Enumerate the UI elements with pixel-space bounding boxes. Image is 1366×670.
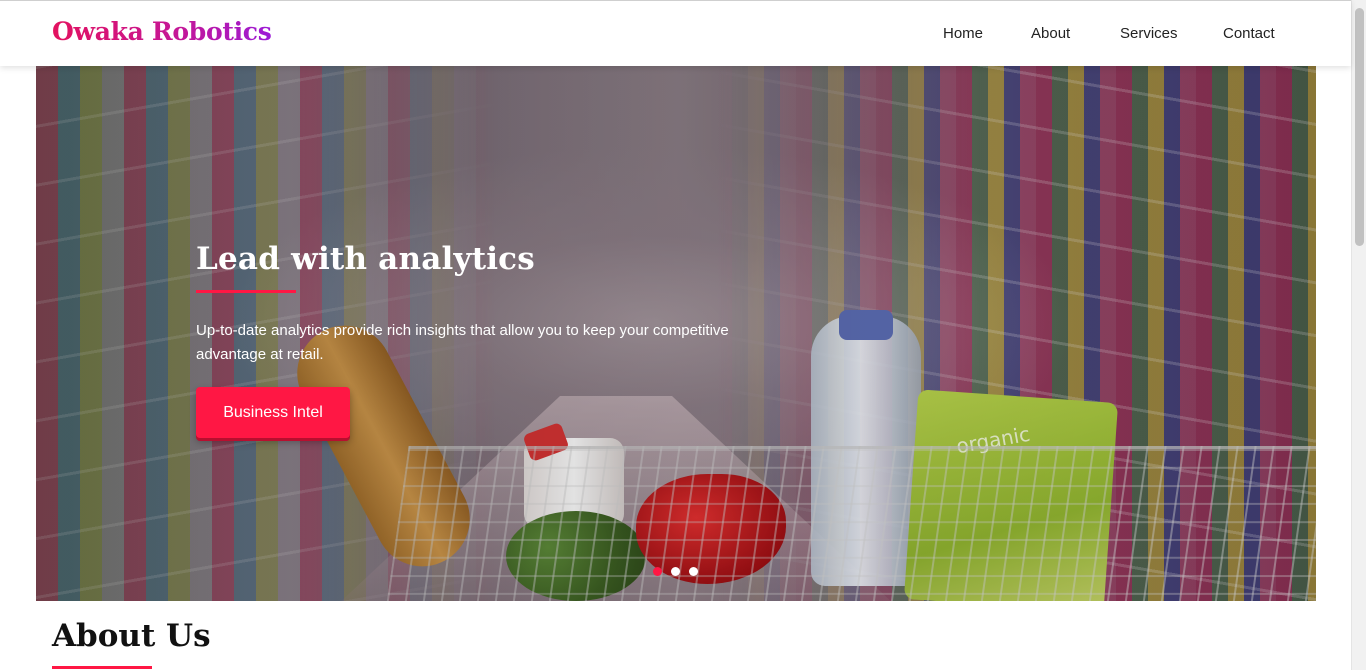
nav-services-link[interactable]: Services <box>1120 25 1178 42</box>
hero-description: Up-to-date analytics provide rich insigh… <box>196 322 729 363</box>
carousel-dot-2[interactable] <box>671 567 680 576</box>
hero-carousel: organic Lead with analytics Up-to-date a… <box>36 66 1316 601</box>
carousel-dot-3[interactable] <box>689 567 698 576</box>
scrollbar-thumb[interactable] <box>1355 8 1364 246</box>
page-scrollbar[interactable] <box>1351 0 1366 670</box>
site-header: Owaka Robotics Home About Services Conta… <box>0 0 1351 66</box>
hero-title: Lead with analytics <box>196 241 535 277</box>
about-section-title: About Us <box>52 618 211 654</box>
nav-contact-link[interactable]: Contact <box>1223 25 1275 42</box>
nav-about-link[interactable]: About <box>1031 25 1070 42</box>
hero-title-underline <box>196 290 296 293</box>
about-title-underline <box>52 666 152 669</box>
business-intel-button[interactable]: Business Intel <box>196 387 350 438</box>
carousel-dot-1[interactable] <box>653 567 662 576</box>
main-nav: Home About Services Contact <box>0 25 1351 45</box>
nav-home-link[interactable]: Home <box>943 25 983 42</box>
carousel-indicators <box>653 567 713 577</box>
